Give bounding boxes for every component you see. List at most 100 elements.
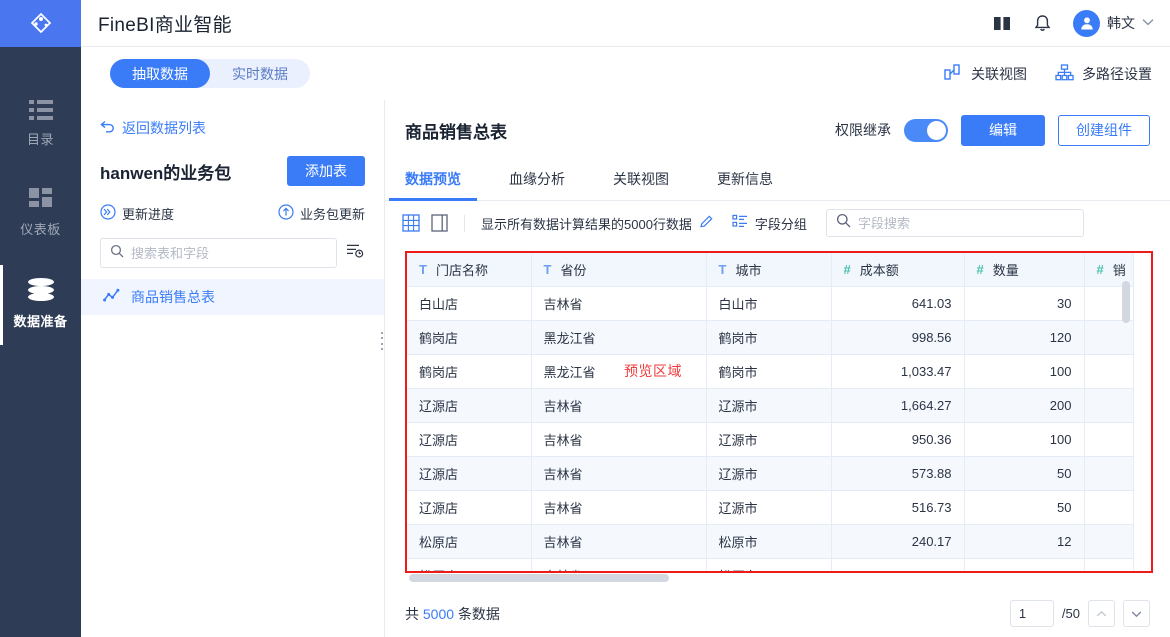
table-cell: 240.17: [831, 524, 964, 558]
chevron-down-icon: [1142, 17, 1154, 29]
relation-view-link[interactable]: 关联视图: [944, 64, 1027, 84]
column-view-icon[interactable]: [431, 214, 448, 232]
app-root: 目录 仪表板 数据准备 FineBI商业智能: [0, 0, 1170, 637]
table-row[interactable]: 辽源店吉林省辽源市950.36100: [407, 422, 1133, 456]
table-row[interactable]: 辽源店吉林省辽源市1,664.27200: [407, 388, 1133, 422]
data-mode-segmented-control: 抽取数据 实时数据: [110, 59, 310, 88]
table-cell: 吉林省: [531, 286, 706, 320]
tab-relation-view[interactable]: 关联视图: [613, 169, 669, 200]
number-type-icon: #: [844, 262, 851, 277]
field-search-input[interactable]: [858, 216, 1074, 231]
table-cell: 1,664.27: [831, 388, 964, 422]
row-count-text: 显示所有数据计算结果的5000行数据: [481, 214, 692, 233]
package-header: hanwen的业务包 添加表: [100, 156, 365, 186]
table-row[interactable]: 鹤岗店黑龙江省鹤岗市998.56120: [407, 320, 1133, 354]
pencil-edit-icon[interactable]: [699, 214, 714, 232]
table-cell: 辽源市: [706, 388, 831, 422]
relation-view-label: 关联视图: [971, 64, 1027, 84]
sidebar-item-dashboard[interactable]: 仪表板: [0, 169, 81, 259]
column-label: 销: [1113, 260, 1126, 279]
table-cell: 松原店: [407, 524, 531, 558]
toolbar-divider: [464, 215, 465, 232]
column-header-quantity[interactable]: # 数量: [964, 253, 1084, 286]
table-cell: [1084, 320, 1133, 354]
app-logo[interactable]: [0, 0, 81, 47]
table-cell: 辽源市: [706, 456, 831, 490]
tab-lineage-analysis[interactable]: 血缘分析: [509, 169, 565, 200]
column-label: 门店名称: [436, 260, 488, 279]
permission-inherit-toggle[interactable]: [904, 119, 948, 142]
update-progress-label: 更新进度: [122, 204, 174, 223]
sidebar-item-data-prep[interactable]: 数据准备: [0, 259, 81, 351]
update-progress-button[interactable]: 更新进度: [100, 204, 174, 223]
text-type-icon: T: [719, 262, 727, 277]
search-input[interactable]: [131, 246, 327, 261]
column-label: 省份: [560, 260, 586, 279]
table-cell: 鹤岗店: [407, 354, 531, 388]
text-type-icon: T: [419, 262, 427, 277]
horizontal-scrollbar[interactable]: [409, 574, 669, 582]
page-title: FineBI商业智能: [98, 10, 232, 37]
user-menu[interactable]: 韩文: [1073, 10, 1154, 37]
page-number-input[interactable]: [1010, 600, 1054, 627]
table-row[interactable]: 松原店吉林省松原市: [407, 558, 1133, 573]
table-search-row: [100, 238, 365, 268]
field-search-box[interactable]: [826, 209, 1084, 237]
table-row[interactable]: 松原店吉林省松原市240.1712: [407, 524, 1133, 558]
tab-data-preview[interactable]: 数据预览: [405, 169, 461, 200]
field-group-button[interactable]: 字段分组: [732, 214, 807, 233]
grid-view-icon[interactable]: [402, 214, 420, 232]
prev-page-button[interactable]: [1088, 600, 1115, 627]
add-table-button[interactable]: 添加表: [287, 156, 365, 186]
table-cell: 吉林省: [531, 558, 706, 573]
column-header-cost[interactable]: # 成本额: [831, 253, 964, 286]
next-page-button[interactable]: [1123, 600, 1150, 627]
table-cell: 辽源市: [706, 422, 831, 456]
tab-realtime-data[interactable]: 实时数据: [210, 59, 310, 88]
table-row[interactable]: 白山店吉林省白山市641.0330: [407, 286, 1133, 320]
column-header-province[interactable]: T 省份: [531, 253, 706, 286]
column-header-store[interactable]: T 门店名称: [407, 253, 531, 286]
back-to-data-list-button[interactable]: 返回数据列表: [100, 118, 384, 138]
create-widget-button[interactable]: 创建组件: [1058, 115, 1150, 146]
number-type-icon: #: [1097, 262, 1104, 277]
column-header-city[interactable]: T 城市: [706, 253, 831, 286]
table-cell: 50: [964, 456, 1084, 490]
total-prefix: 共: [405, 606, 419, 622]
table-row[interactable]: 鹤岗店黑龙江省鹤岗市1,033.47100: [407, 354, 1133, 388]
preview-toolbar: 显示所有数据计算结果的5000行数据: [385, 201, 1170, 245]
data-preview-table: T 门店名称 T 省份 T 城市 # 成本额: [407, 253, 1134, 573]
table-cell: 641.03: [831, 286, 964, 320]
tab-extract-data[interactable]: 抽取数据: [110, 59, 210, 88]
table-row[interactable]: 辽源店吉林省辽源市516.7350: [407, 490, 1133, 524]
permission-inherit-label: 权限继承: [835, 120, 891, 140]
sub-header-links: 关联视图 多路径设置: [944, 64, 1152, 84]
multi-path-link[interactable]: 多路径设置: [1055, 64, 1152, 84]
tab-update-info[interactable]: 更新信息: [717, 169, 773, 200]
search-table-field-box[interactable]: [100, 238, 337, 268]
book-icon[interactable]: [992, 15, 1012, 32]
table-row[interactable]: 辽源店吉林省辽源市573.8850: [407, 456, 1133, 490]
package-update-button[interactable]: 业务包更新: [278, 204, 365, 223]
table-cell: 辽源店: [407, 490, 531, 524]
sidebar-item-catalog[interactable]: 目录: [0, 81, 81, 169]
table-cell: 吉林省: [531, 524, 706, 558]
sidebar-item-label: 仪表板: [20, 219, 61, 238]
table-cell: 辽源店: [407, 422, 531, 456]
edit-button[interactable]: 编辑: [961, 115, 1045, 146]
list-item[interactable]: 商品销售总表: [81, 279, 384, 315]
table-cell: 12: [964, 524, 1084, 558]
sidebar-item-label: 目录: [27, 129, 54, 148]
table-cell: 50: [964, 490, 1084, 524]
vertical-scrollbar[interactable]: [1122, 281, 1130, 323]
preview-table-region: T 门店名称 T 省份 T 城市 # 成本额: [405, 251, 1153, 573]
table-cell: [1084, 490, 1133, 524]
sort-filter-icon[interactable]: [346, 242, 365, 265]
total-count-text: 共 5000 条数据: [405, 604, 500, 624]
total-count: 5000: [423, 606, 454, 622]
detail-tabs: 数据预览 血缘分析 关联视图 更新信息: [385, 160, 1170, 201]
bell-icon[interactable]: [1034, 14, 1051, 33]
table-footer: 共 5000 条数据 /50: [385, 590, 1170, 637]
table-title: 商品销售总表: [405, 118, 507, 143]
text-type-icon: T: [544, 262, 552, 277]
